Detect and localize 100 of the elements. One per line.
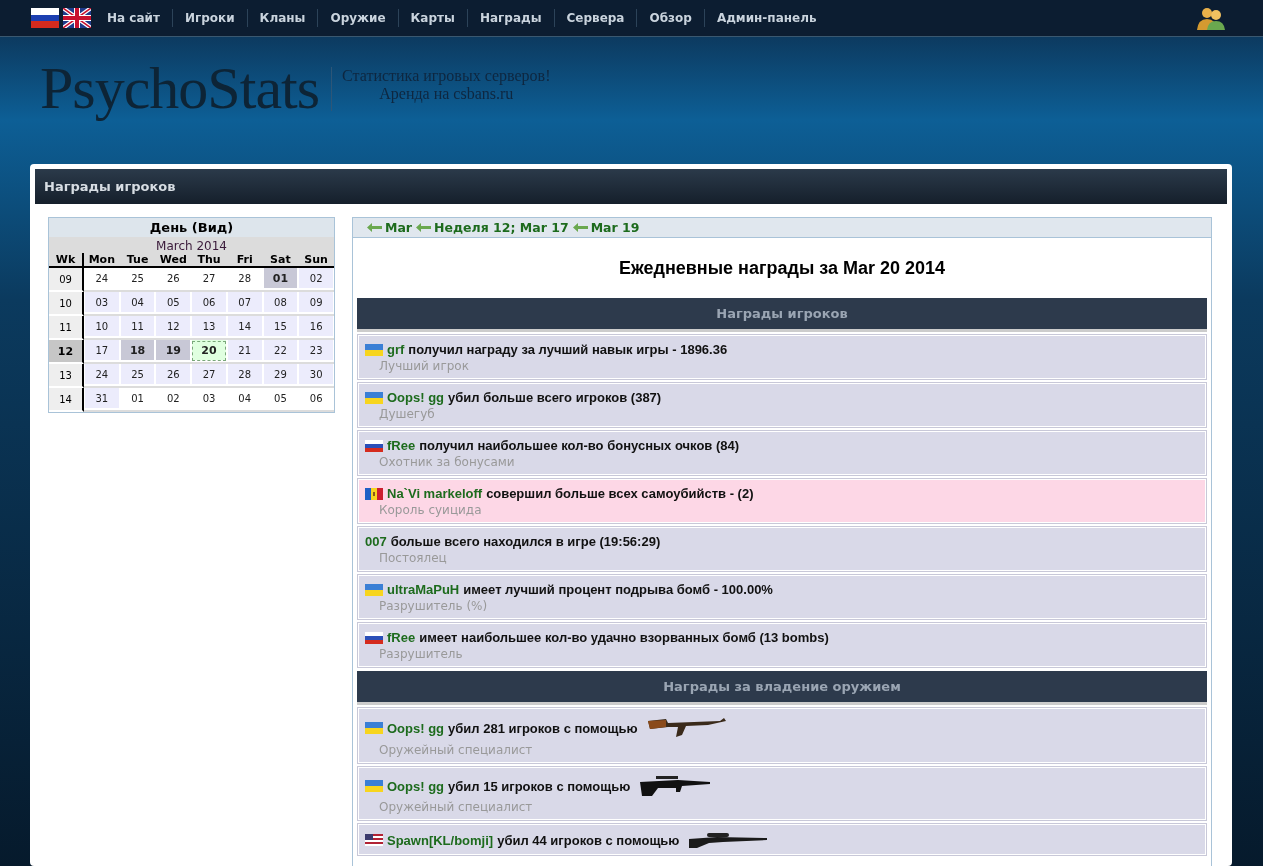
calendar-day[interactable]: 31 — [84, 388, 120, 410]
page-heading: Ежедневные награды за Mar 20 2014 — [617, 258, 947, 279]
calendar-day[interactable]: 05 — [155, 292, 192, 314]
calendar-day[interactable]: 24 — [84, 364, 120, 386]
calendar-day[interactable]: 21 — [226, 340, 263, 362]
calendar-day[interactable]: 10 — [84, 316, 120, 338]
calendar-day[interactable]: 23 — [298, 340, 334, 362]
calendar-day[interactable]: 08 — [262, 292, 299, 314]
calendar-day[interactable]: 06 — [298, 388, 334, 410]
week-number[interactable]: 12 — [49, 340, 84, 364]
player-link[interactable]: Oops! gg — [387, 778, 445, 794]
calendar-day[interactable]: 26 — [155, 364, 192, 386]
calendar-day[interactable]: 03 — [191, 388, 227, 410]
calendar-day[interactable]: 17 — [84, 340, 120, 362]
nav-link[interactable]: Обзор — [636, 9, 704, 27]
award-description: убил 281 игроков с помощью — [448, 720, 638, 736]
calendar-day[interactable]: 27 — [191, 268, 227, 290]
calendar-title: День (Вид) — [49, 218, 334, 237]
nav-link[interactable]: На сайт — [95, 9, 172, 27]
calendar-day[interactable]: 28 — [226, 364, 263, 386]
flag-icon — [365, 583, 383, 596]
award-description: больше всего находился в игре (19:56:29) — [390, 534, 661, 549]
calendar-day[interactable]: 29 — [262, 364, 299, 386]
calendar-day[interactable]: 20 — [191, 340, 227, 362]
week-number[interactable]: 10 — [49, 292, 84, 316]
calendar-day[interactable]: 02 — [298, 268, 334, 290]
award-name: Оружейный специалист — [378, 743, 534, 757]
calendar-day[interactable]: 30 — [298, 364, 334, 386]
calendar-day[interactable]: 19 — [155, 340, 192, 362]
calendar-day[interactable]: 11 — [119, 316, 156, 338]
flag-icon — [365, 439, 383, 452]
award-description: убил 44 игроков с помощью — [497, 832, 680, 848]
sniper-rifle-icon — [687, 831, 770, 849]
player-link[interactable]: fRee — [387, 438, 416, 453]
calendar-day[interactable]: 27 — [191, 364, 227, 386]
award-description: убил 15 игроков с помощью — [448, 778, 631, 794]
week-number[interactable]: 14 — [49, 388, 84, 412]
calendar-day[interactable]: 18 — [119, 340, 156, 362]
week-number[interactable]: 13 — [49, 364, 84, 388]
calendar-day[interactable]: 09 — [298, 292, 334, 314]
player-link[interactable]: Oops! gg — [387, 390, 445, 405]
flag-icon[interactable] — [63, 8, 91, 28]
calendar-day[interactable]: 06 — [191, 292, 227, 314]
nav-link[interactable]: Админ-панель — [703, 9, 829, 27]
calendar-day[interactable]: 15 — [262, 316, 299, 338]
calendar-day[interactable]: 24 — [84, 268, 120, 290]
player-link[interactable]: Oops! gg — [387, 720, 445, 736]
breadcrumb-link[interactable]: Mar — [367, 220, 413, 235]
calendar-day[interactable]: 05 — [262, 388, 299, 410]
tagline: Статистика игровых серверов! — [342, 67, 551, 85]
player-link[interactable]: Spawn[KL/bomji] — [387, 832, 494, 848]
arrow-left-icon — [367, 223, 382, 232]
flag-icon — [365, 631, 383, 644]
calendar-day[interactable]: 02 — [155, 388, 192, 410]
calendar-day[interactable]: 07 — [226, 292, 263, 314]
week-number[interactable]: 11 — [49, 316, 84, 340]
award-name: Оружейный специалист — [378, 800, 534, 814]
calendar-day[interactable]: 04 — [226, 388, 263, 410]
award-name: Душегуб — [378, 407, 436, 421]
nav-link[interactable]: Сервера — [553, 9, 637, 27]
arrow-left-icon — [416, 223, 432, 232]
calendar-day[interactable]: 14 — [226, 316, 263, 338]
award-name: Охотник за бонусами — [378, 455, 516, 469]
calendar-day[interactable]: 28 — [226, 268, 263, 290]
award-name: Разрушитель — [378, 647, 464, 661]
calendar-day[interactable]: 04 — [119, 292, 156, 314]
nav-link[interactable]: Награды — [466, 9, 554, 27]
player-link[interactable]: grf — [387, 342, 405, 357]
panel-title: Награды игроков — [35, 169, 1227, 204]
calendar-day[interactable]: 22 — [262, 340, 299, 362]
breadcrumb-link[interactable]: Mar 19 — [572, 220, 640, 235]
calendar-day[interactable]: 16 — [298, 316, 334, 338]
nav-link[interactable]: Карты — [397, 9, 467, 27]
calendar-day[interactable]: 01 — [262, 268, 299, 290]
calendar-day[interactable]: 01 — [119, 388, 156, 410]
breadcrumb-link[interactable]: Неделя 12; Mar 17 — [416, 220, 569, 235]
award-description: имеет лучший процент подрыва бомб - 100.00% — [463, 582, 773, 597]
calendar-day[interactable]: 25 — [119, 268, 156, 290]
calendar-day[interactable]: 26 — [155, 268, 192, 290]
calendar-day[interactable]: 25 — [119, 364, 156, 386]
award-name: Лучший игрок — [378, 359, 470, 373]
player-link[interactable]: Na`Vi markeloff — [387, 486, 483, 501]
calendar-day[interactable]: 03 — [84, 292, 120, 314]
player-link[interactable]: 007 — [365, 534, 387, 549]
player-link[interactable]: ultraMaPuH — [387, 582, 460, 597]
player-link[interactable]: fRee — [387, 630, 416, 645]
calendar-day[interactable]: 12 — [155, 316, 192, 338]
users-icon[interactable] — [1196, 6, 1226, 30]
award-description: получил награду за лучший навык игры - 1896.36 — [408, 342, 728, 357]
calendar-day[interactable]: 13 — [191, 316, 227, 338]
nav-link[interactable]: Оружие — [317, 9, 398, 27]
nav-link[interactable]: Кланы — [246, 9, 318, 27]
flag-icon — [365, 722, 383, 734]
award-description: получил наибольшее кол-во бонусных очков (84) — [419, 438, 740, 453]
section-header: Награды игроков — [357, 298, 1207, 332]
award-name: Король суицида — [378, 503, 483, 517]
week-number[interactable]: 09 — [49, 268, 84, 292]
nav-link[interactable]: Игроки — [171, 9, 247, 27]
award-description: совершил больше всех самоубийств - (2) — [486, 486, 754, 501]
flag-icon[interactable] — [31, 8, 59, 28]
